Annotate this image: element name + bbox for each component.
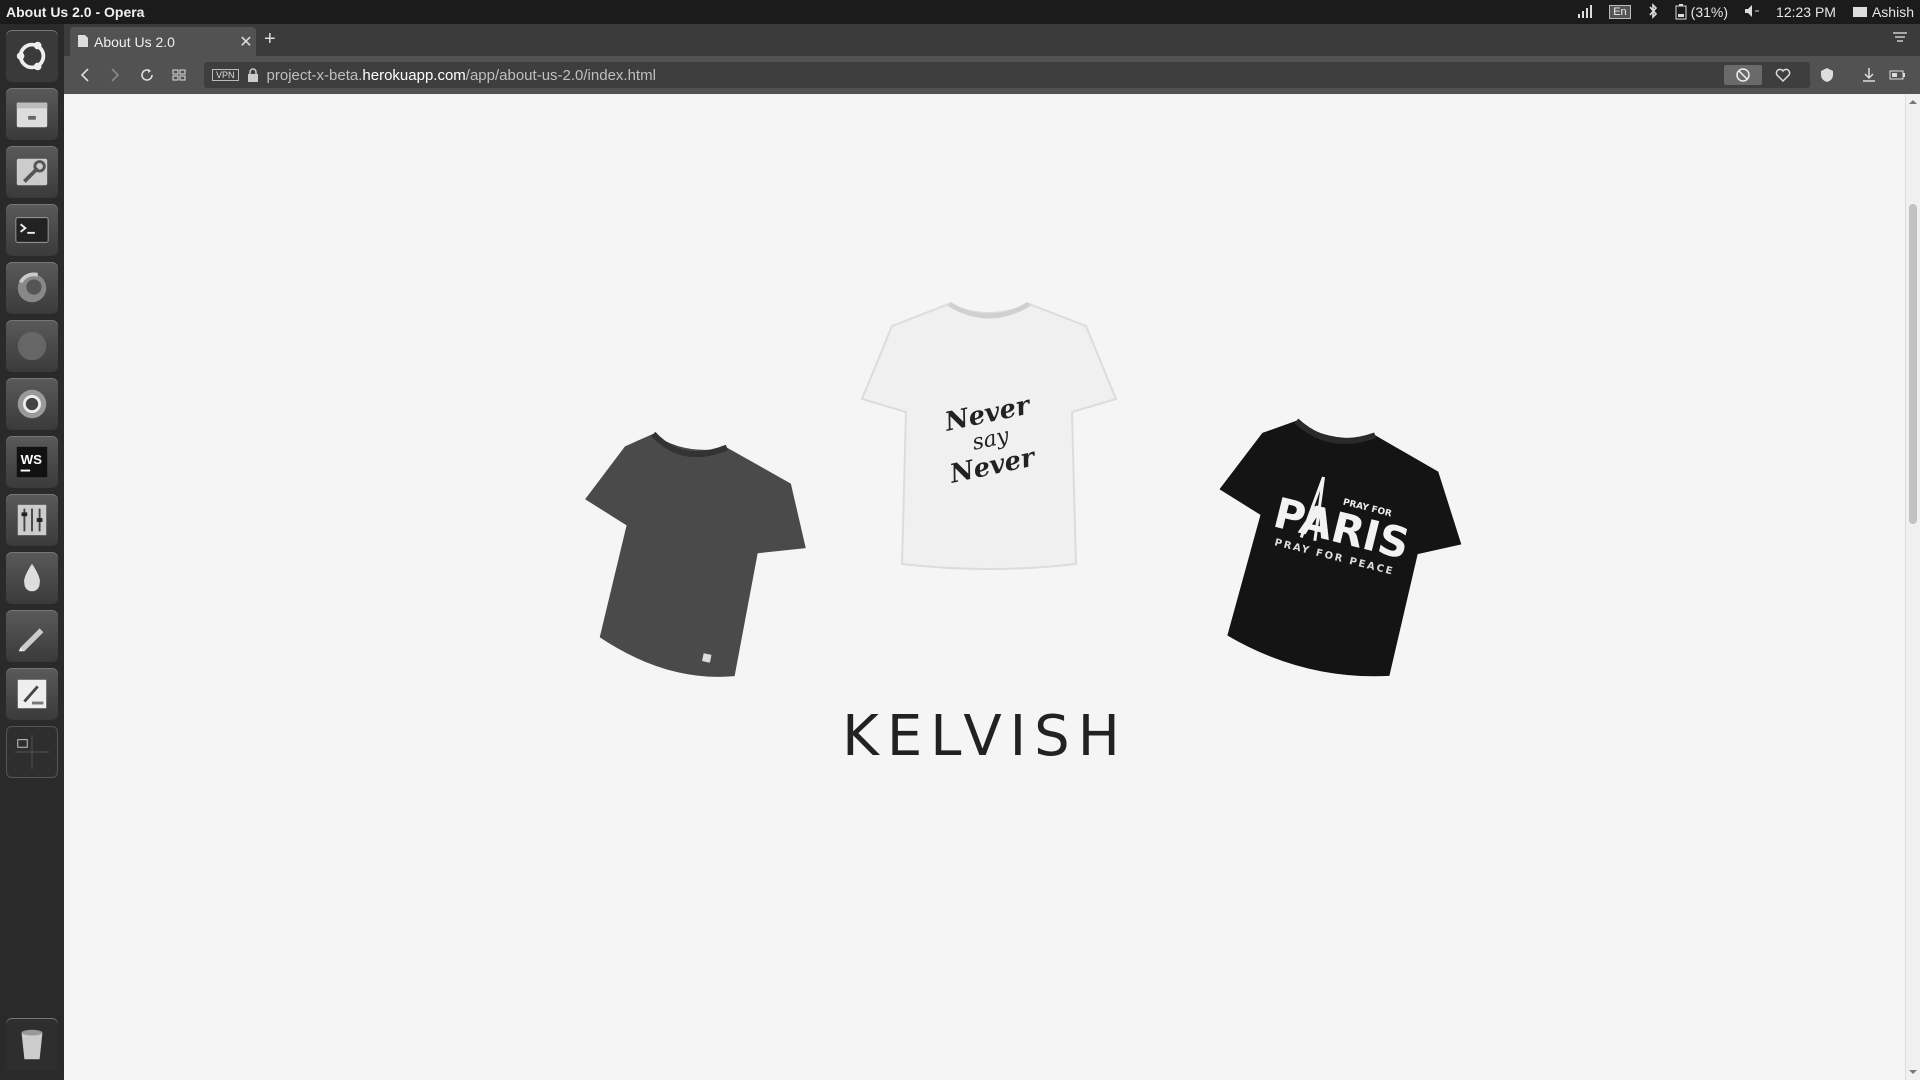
- reload-icon[interactable]: [138, 66, 156, 84]
- files-icon[interactable]: [6, 88, 58, 140]
- back-icon[interactable]: [76, 66, 94, 84]
- battery-percent: (31%): [1690, 4, 1729, 20]
- blank-app-icon[interactable]: [6, 320, 58, 372]
- ad-block-icon: [1736, 68, 1750, 82]
- scrollbar[interactable]: [1905, 94, 1920, 1080]
- system-settings-icon[interactable]: [6, 146, 58, 198]
- tab-close-icon[interactable]: ✕: [236, 32, 256, 52]
- terminal-icon[interactable]: [6, 204, 58, 256]
- vpn-badge[interactable]: VPN: [212, 69, 239, 81]
- mail-icon: [1852, 7, 1867, 17]
- tab-menu-icon[interactable]: [1892, 30, 1908, 46]
- window-title: About Us 2.0 - Opera: [6, 4, 145, 20]
- webstorm-icon[interactable]: WS: [6, 436, 58, 488]
- new-tab-button[interactable]: +: [264, 28, 276, 51]
- clock[interactable]: 12:23 PM: [1776, 4, 1836, 20]
- tab-bar: About Us 2.0 ✕ +: [64, 24, 1920, 56]
- scroll-down-icon[interactable]: [1906, 1066, 1920, 1078]
- url-path: /app/about-us-2.0/index.html: [465, 66, 656, 84]
- tab-title: About Us 2.0: [94, 33, 175, 50]
- black-tshirt-image: PRAY FOR PARIS PRAY FOR PEACE: [1219, 418, 1462, 677]
- drop-icon[interactable]: [6, 552, 58, 604]
- volume-icon[interactable]: [1744, 4, 1760, 21]
- scroll-up-icon[interactable]: [1906, 96, 1920, 108]
- bluetooth-icon[interactable]: [1647, 2, 1659, 22]
- user-menu[interactable]: Ashish: [1852, 4, 1914, 20]
- address-bar[interactable]: VPN project-x-beta.herokuapp.com/app/abo…: [204, 62, 1810, 88]
- launcher: WS: [0, 24, 65, 1080]
- speed-dial-icon[interactable]: [170, 66, 188, 84]
- keyboard-indicator[interactable]: En: [1609, 5, 1631, 19]
- trash-icon[interactable]: [6, 1018, 58, 1070]
- user-name: Ashish: [1871, 4, 1914, 20]
- mixer-icon[interactable]: [6, 494, 58, 546]
- white-tshirt-image: Never say Never: [860, 301, 1118, 570]
- toolbar: VPN project-x-beta.herokuapp.com/app/abo…: [64, 56, 1920, 94]
- firefox-icon[interactable]: [6, 262, 58, 314]
- page-icon: [78, 35, 88, 47]
- url-prefix: project-x-beta.: [266, 66, 363, 84]
- shield-icon[interactable]: [1818, 66, 1836, 84]
- lock-icon[interactable]: [247, 68, 259, 82]
- workspace-icon[interactable]: [6, 726, 58, 778]
- chromium-icon[interactable]: [6, 378, 58, 430]
- bookmark-heart-icon[interactable]: [1774, 66, 1792, 84]
- battery-icon: [1675, 4, 1687, 20]
- pen-icon[interactable]: [6, 610, 58, 662]
- ubuntu-dash-icon[interactable]: [6, 30, 58, 82]
- scrollbar-thumb[interactable]: [1909, 204, 1917, 524]
- battery-saver-icon[interactable]: [1888, 66, 1906, 84]
- svg-text:WS: WS: [21, 452, 43, 467]
- brand-title: KELVISH: [842, 704, 1128, 769]
- paint-icon[interactable]: [6, 668, 58, 720]
- download-icon[interactable]: [1860, 66, 1878, 84]
- top-panel: About Us 2.0 - Opera En (31%) 12:23 PM A…: [0, 0, 1920, 24]
- grey-tshirt-image: [585, 431, 806, 677]
- battery-indicator[interactable]: (31%): [1675, 4, 1728, 20]
- url-host: herokuapp.com: [362, 66, 466, 84]
- ad-block-button[interactable]: [1724, 65, 1762, 85]
- page-content: Never say Never PRAY FOR PARIS PRAY FOR …: [64, 94, 1906, 1080]
- forward-icon[interactable]: [106, 66, 124, 84]
- url-text[interactable]: project-x-beta.herokuapp.com/app/about-u…: [267, 67, 656, 84]
- network-icon[interactable]: [1577, 4, 1593, 21]
- tab-about-us[interactable]: About Us 2.0 ✕: [70, 27, 256, 56]
